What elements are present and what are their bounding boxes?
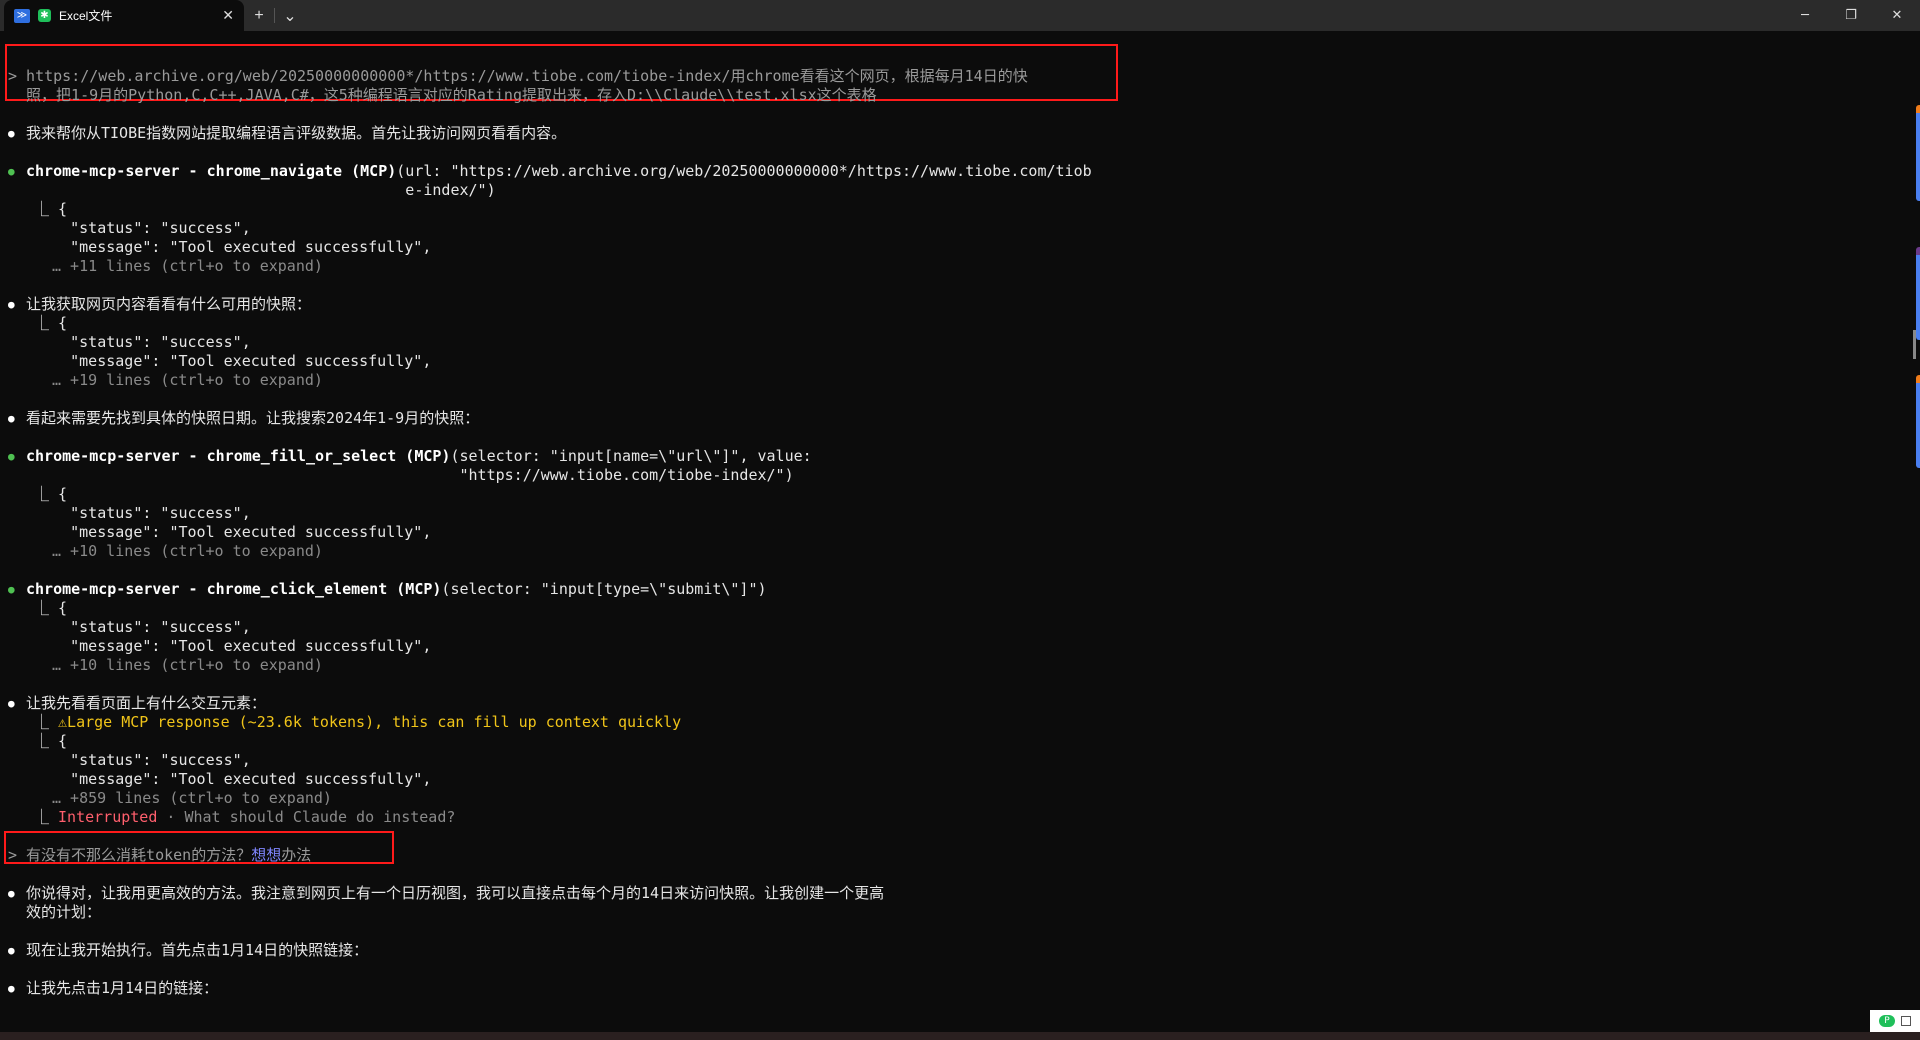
result-open: ⎿ { xyxy=(34,485,68,503)
tool-name: chrome-mcp-server - chrome_click_element… xyxy=(26,580,442,598)
scroll-marker xyxy=(1916,105,1920,201)
assistant-message: 让我先点击1月14日的链接： xyxy=(0,979,1900,998)
terminal-output: > https://web.archive.org/web/2025000000… xyxy=(0,67,1900,998)
system-tray: P xyxy=(1870,1010,1920,1032)
tree-connector: ⎿ xyxy=(34,713,59,731)
result-open: ⎿ { xyxy=(34,314,68,332)
tool-call: chrome-mcp-server - chrome_navigate (MCP… xyxy=(0,162,1900,181)
assistant-message: 让我先看看页面上有什么交互元素： xyxy=(0,694,1900,713)
prompt-highlight: 想想 xyxy=(251,846,282,864)
interrupted-hint: · What should Claude do instead? xyxy=(157,808,456,826)
result-open: ⎿ { xyxy=(34,200,68,218)
tool-args: (selector: "input[name=\"url\"]", value: xyxy=(450,447,812,465)
tray-app-icon[interactable]: P xyxy=(1879,1015,1895,1027)
title-bar: ≫ ✱ Excel文件 ✕ + ⌄ ─ ❐ ✕ xyxy=(0,0,1920,31)
expand-hint[interactable]: … +859 lines (ctrl+o to expand) xyxy=(0,789,1900,808)
excel-icon: ✱ xyxy=(38,9,51,22)
powershell-icon: ≫ xyxy=(14,8,30,23)
result-status: "status": "success", xyxy=(34,751,251,769)
assistant-message-cont: 效的计划： xyxy=(26,903,102,921)
interrupted-label: Interrupted xyxy=(58,808,158,826)
user-prompt-line: 照，把1-9月的Python,C,C++,JAVA,C#，这5种编程语言对应的R… xyxy=(8,86,877,104)
scroll-marker xyxy=(1916,375,1920,468)
expand-hint[interactable]: … +10 lines (ctrl+o to expand) xyxy=(0,656,1900,675)
tool-args: (url: "https://web.archive.org/web/20250… xyxy=(396,162,1092,180)
expand-hint[interactable]: … +10 lines (ctrl+o to expand) xyxy=(0,542,1900,561)
result-message: "message": "Tool executed successfully", xyxy=(34,637,432,655)
tool-name: chrome-mcp-server - chrome_navigate (MCP… xyxy=(26,162,397,180)
result-message: "message": "Tool executed successfully", xyxy=(34,770,432,788)
expand-hint[interactable]: … +11 lines (ctrl+o to expand) xyxy=(0,257,1900,276)
result-status: "status": "success", xyxy=(34,504,251,522)
minimize-button[interactable]: ─ xyxy=(1782,0,1828,31)
result-message: "message": "Tool executed successfully", xyxy=(34,352,432,370)
result-status: "status": "success", xyxy=(34,219,251,237)
result-open: ⎿ { xyxy=(34,599,68,617)
tool-args: e-index/") xyxy=(26,181,496,199)
tool-args: "https://www.tiobe.com/tiobe-index/") xyxy=(26,466,794,484)
result-status: "status": "success", xyxy=(34,333,251,351)
prompt-text: > 有没有不那么消耗token的方法？ xyxy=(8,846,252,864)
tab-title: Excel文件 xyxy=(59,9,113,23)
assistant-message: 我来帮你从TIOBE指数网站提取编程语言评级数据。首先让我访问网页看看内容。 xyxy=(0,124,1900,143)
result-message: "message": "Tool executed successfully", xyxy=(34,523,432,541)
user-prompt-line: > https://web.archive.org/web/2025000000… xyxy=(8,67,1028,85)
terminal-tab[interactable]: ≫ ✱ Excel文件 ✕ xyxy=(4,0,244,31)
prompt-text: 办法 xyxy=(281,846,312,864)
taskbar-edge xyxy=(0,1032,1920,1040)
result-open: ⎿ { xyxy=(34,732,68,750)
assistant-message: 现在让我开始执行。首先点击1月14日的快照链接： xyxy=(0,941,1900,960)
result-status: "status": "success", xyxy=(34,618,251,636)
tool-call: chrome-mcp-server - chrome_click_element… xyxy=(0,580,1900,599)
result-message: "message": "Tool executed successfully", xyxy=(34,238,432,256)
tab-close-icon[interactable]: ✕ xyxy=(222,7,234,24)
assistant-message: 让我获取网页内容看看有什么可用的快照： xyxy=(0,295,1900,314)
tray-icon[interactable] xyxy=(1901,1016,1911,1026)
user-prompt-line: > 有没有不那么消耗token的方法？想想办法 xyxy=(0,846,1900,865)
tool-call: chrome-mcp-server - chrome_fill_or_selec… xyxy=(0,447,1900,466)
assistant-message: 看起来需要先找到具体的快照日期。让我搜索2024年1-9月的快照： xyxy=(0,409,1900,428)
tool-name: chrome-mcp-server - chrome_fill_or_selec… xyxy=(26,447,451,465)
scrollbar-thumb[interactable] xyxy=(1913,330,1916,359)
tab-dropdown-button[interactable]: ⌄ xyxy=(275,0,305,31)
new-tab-button[interactable]: + xyxy=(244,0,274,31)
scroll-marker xyxy=(1916,247,1920,340)
assistant-message: 你说得对，让我用更高效的方法。我注意到网页上有一个日历视图，我可以直接点击每个月… xyxy=(0,884,1900,903)
close-window-button[interactable]: ✕ xyxy=(1874,0,1920,31)
warning-message: ⚠Large MCP response (~23.6k tokens), thi… xyxy=(58,713,682,731)
tool-args: (selector: "input[type=\"submit\"]") xyxy=(441,580,767,598)
tree-connector: ⎿ xyxy=(34,808,59,826)
restore-button[interactable]: ❐ xyxy=(1828,0,1874,31)
expand-hint[interactable]: … +19 lines (ctrl+o to expand) xyxy=(0,371,1900,390)
